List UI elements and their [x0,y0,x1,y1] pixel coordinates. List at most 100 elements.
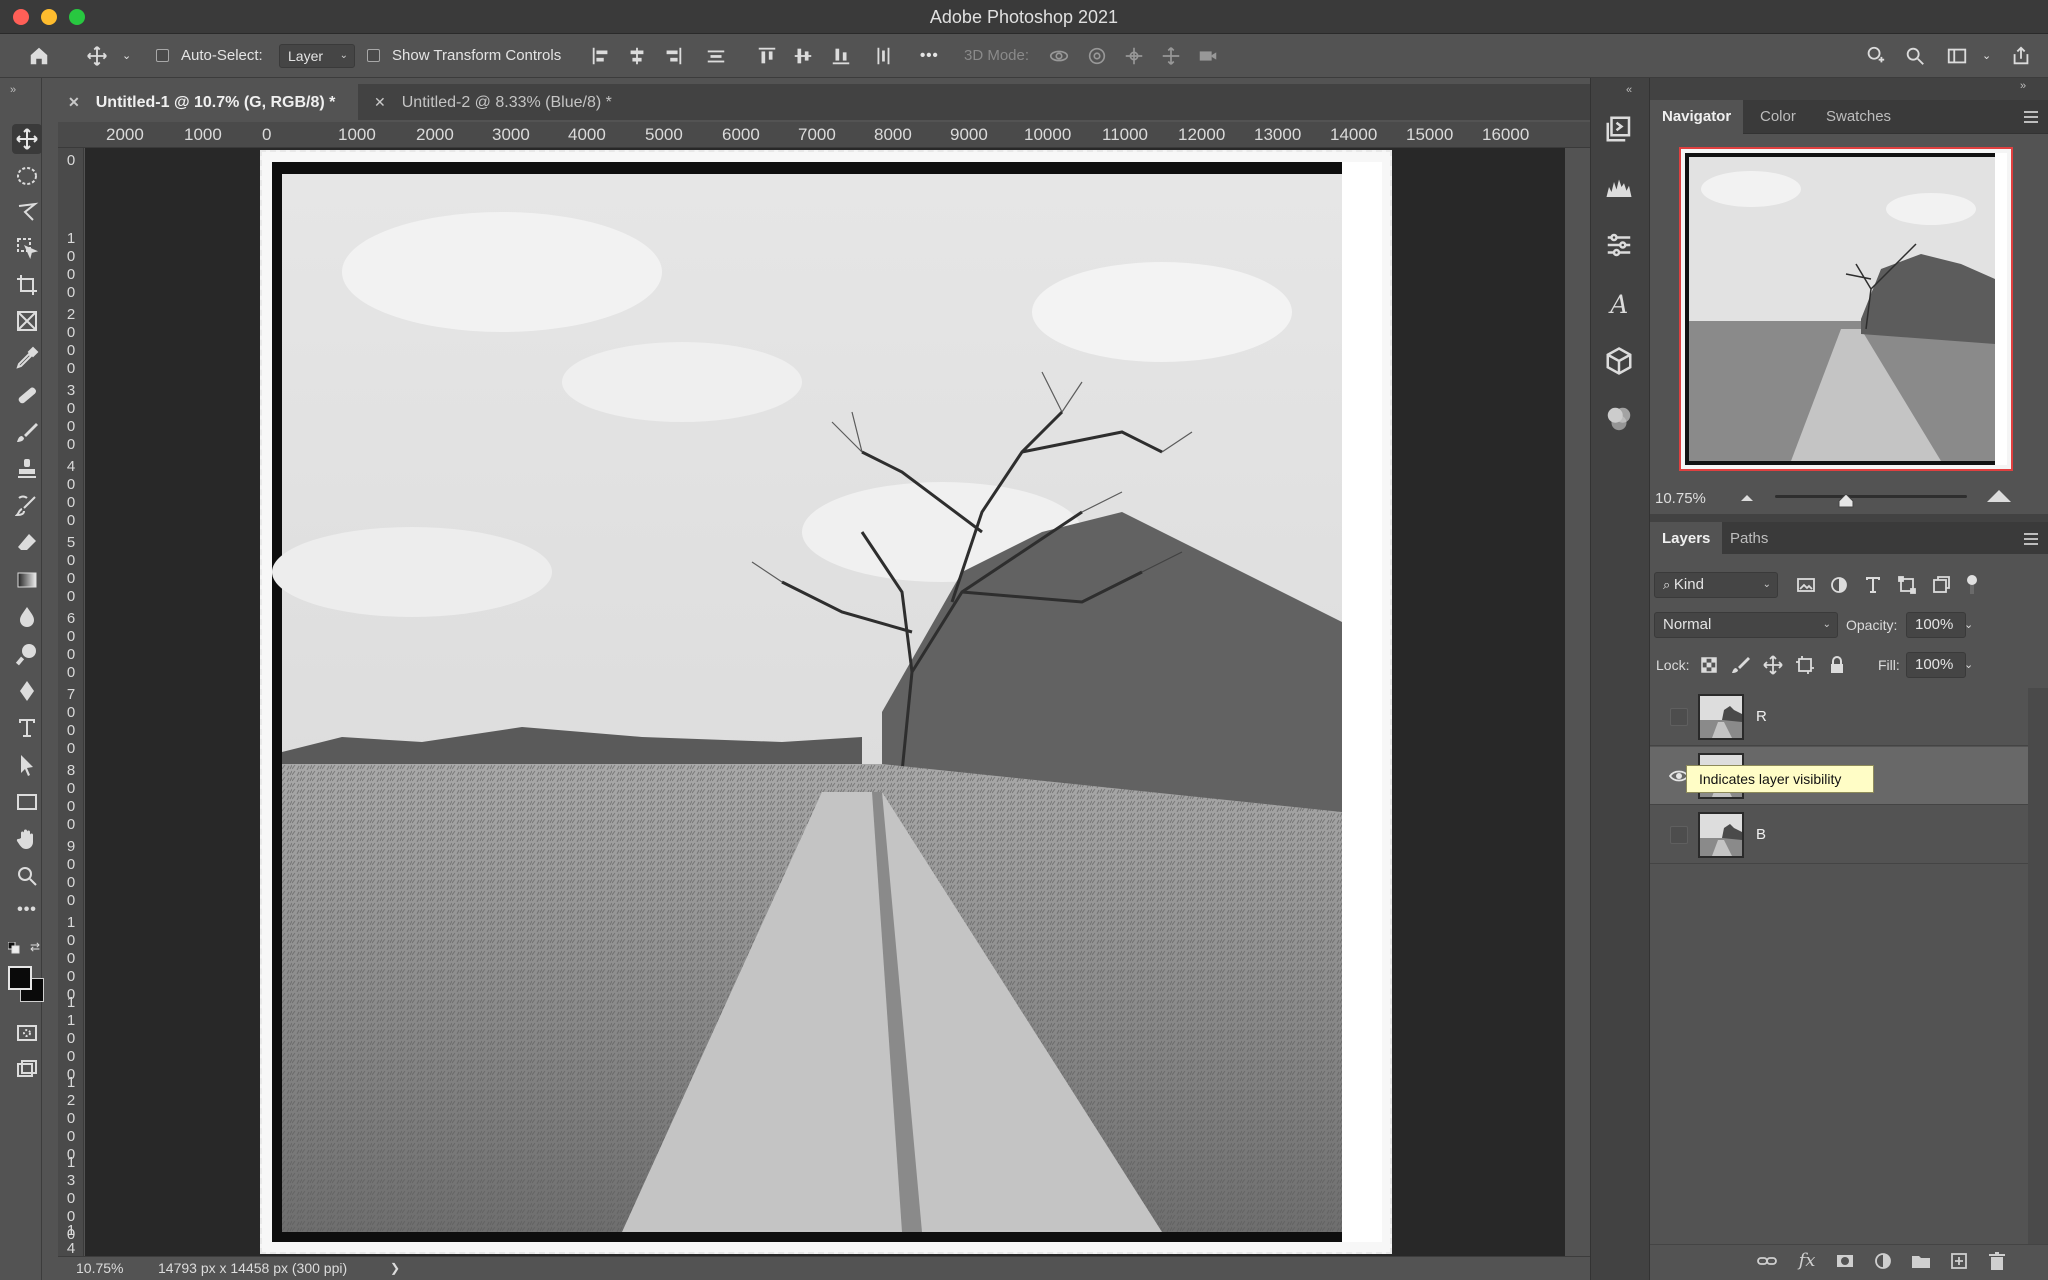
collapse-panels-icon[interactable]: » [2020,80,2026,92]
color-swatches[interactable] [8,966,48,1006]
align-top-edges-icon[interactable] [756,45,778,67]
search-icon[interactable] [1904,45,1926,67]
link-icon[interactable] [1756,1250,1778,1272]
zoom-slider-track[interactable] [1775,495,1967,498]
tab-layers[interactable]: Layers [1650,522,1723,556]
lock-artboard-icon[interactable] [1794,654,1816,676]
collaboration-icon[interactable] [1864,45,1886,67]
layer-visibility-toggle[interactable] [1670,826,1688,844]
lasso-tool[interactable] [12,197,42,227]
opacity-field[interactable]: 100% [1906,612,1966,638]
tab-navigator[interactable]: Navigator [1650,100,1744,134]
fill-field[interactable]: 100% [1906,652,1966,678]
filter-toggle-icon[interactable] [1966,574,1978,596]
3d-orbit-icon[interactable] [1048,45,1070,67]
lock-transparency-icon[interactable] [1698,654,1720,676]
tab-paths[interactable]: Paths [1718,522,1780,556]
foreground-color-swatch[interactable] [8,966,32,990]
trash-icon[interactable] [1986,1250,2008,1272]
hand-tool[interactable] [12,824,42,854]
lock-all-icon[interactable] [1826,654,1848,676]
chevron-down-icon[interactable]: ⌄ [1982,45,1991,67]
default-colors-icon[interactable] [8,942,20,954]
crop-tool[interactable] [12,270,42,300]
3d-camera-icon[interactable] [1197,45,1219,67]
type-tool[interactable] [12,713,42,743]
status-zoom[interactable]: 10.75% [76,1257,123,1279]
3d-slide-icon[interactable] [1160,45,1182,67]
eraser-tool[interactable] [12,528,42,558]
filter-shape-icon[interactable] [1896,574,1918,596]
clone-stamp-tool[interactable] [12,454,42,484]
filter-smart-object-icon[interactable] [1930,574,1952,596]
lock-image-pixels-icon[interactable] [1730,654,1752,676]
3d-icon[interactable] [1604,346,1634,376]
frame-tool[interactable] [12,306,42,336]
layer-row-r[interactable]: R [1650,688,2028,746]
zoom-tool[interactable] [12,861,42,891]
tab-untitled-2[interactable]: ✕ Untitled-2 @ 8.33% (Blue/8) * [364,84,664,120]
lock-position-icon[interactable] [1762,654,1784,676]
eyedropper-tool[interactable] [12,343,42,373]
layer-visibility-toggle[interactable] [1670,708,1688,726]
panel-menu-icon[interactable] [2020,109,2040,125]
swap-colors-icon[interactable]: ⇄ [30,940,44,954]
layer-filter-dropdown[interactable]: ⌕ Kind ⌄ [1654,572,1778,598]
adjustment-layer-icon[interactable] [1872,1250,1894,1272]
workspace-icon[interactable] [1946,45,1968,67]
distribute-vertical-icon[interactable] [872,45,894,67]
more-options-button[interactable]: ••• [920,45,939,67]
horizontal-ruler[interactable]: 2000 1000 0 1000 2000 3000 4000 5000 600… [58,122,1590,148]
pen-tool[interactable] [12,676,42,706]
rectangle-tool[interactable] [12,787,42,817]
3d-pan-icon[interactable] [1123,45,1145,67]
tab-swatches[interactable]: Swatches [1814,100,1903,134]
3d-roll-icon[interactable] [1086,45,1108,67]
dodge-tool[interactable] [12,639,42,669]
filter-pixel-icon[interactable] [1795,574,1817,596]
document-image[interactable] [260,150,1392,1254]
align-bottom-edges-icon[interactable] [830,45,852,67]
close-tab-icon[interactable]: ✕ [374,94,386,110]
move-tool[interactable] [12,124,42,154]
path-selection-tool[interactable] [12,750,42,780]
navigator-preview[interactable] [1679,147,2013,471]
healing-brush-tool[interactable] [12,380,42,410]
layer-row-b[interactable]: B [1650,806,2028,864]
zoom-slider-thumb[interactable] [1838,494,1854,508]
vertical-ruler[interactable]: 0 1 0 0 0 2 0 0 0 3 0 0 0 4 0 0 0 5 0 0 … [58,148,84,1260]
brush-tool[interactable] [12,417,42,447]
tab-untitled-1[interactable]: ✕ Untitled-1 @ 10.7% (G, RGB/8) * [58,84,358,120]
fx-icon[interactable]: fx [1796,1250,1818,1272]
close-tab-icon[interactable]: ✕ [68,94,80,110]
adjustments-icon[interactable] [1604,230,1634,260]
quick-mask-icon[interactable] [12,1018,42,1048]
align-right-edges-icon[interactable] [662,45,684,67]
chevron-down-icon[interactable]: ⌄ [1964,652,1973,678]
screen-mode-icon[interactable] [12,1054,42,1084]
expand-strip-icon[interactable]: « [1626,84,1632,96]
filter-adjustment-icon[interactable] [1828,574,1850,596]
history-brush-tool[interactable] [12,491,42,521]
new-layer-icon[interactable] [1948,1250,1970,1272]
align-horizontal-centers-icon[interactable] [626,45,648,67]
collapse-toolbar-icon[interactable]: » [10,84,16,96]
filter-type-icon[interactable] [1862,574,1884,596]
align-vertical-centers-icon[interactable] [792,45,814,67]
group-icon[interactable] [1910,1250,1932,1272]
chevron-down-icon[interactable]: ⌄ [1964,612,1973,638]
distribute-icon[interactable] [705,45,727,67]
edit-toolbar-button[interactable]: ••• [12,898,42,928]
mask-icon[interactable] [1834,1250,1856,1272]
tab-color[interactable]: Color [1748,100,1808,134]
panel-menu-icon[interactable] [2020,531,2040,547]
object-selection-tool[interactable] [12,233,42,263]
blend-mode-dropdown[interactable]: Normal ⌄ [1654,612,1838,638]
zoom-out-icon[interactable] [1740,492,1754,502]
status-menu-arrow[interactable]: ❯ [390,1257,400,1279]
chevron-down-icon[interactable]: ⌄ [122,45,131,67]
zoom-in-icon[interactable] [1986,489,2012,503]
move-icon[interactable] [86,45,108,67]
channels-icon[interactable] [1604,404,1634,434]
show-transform-checkbox[interactable] [367,49,380,62]
